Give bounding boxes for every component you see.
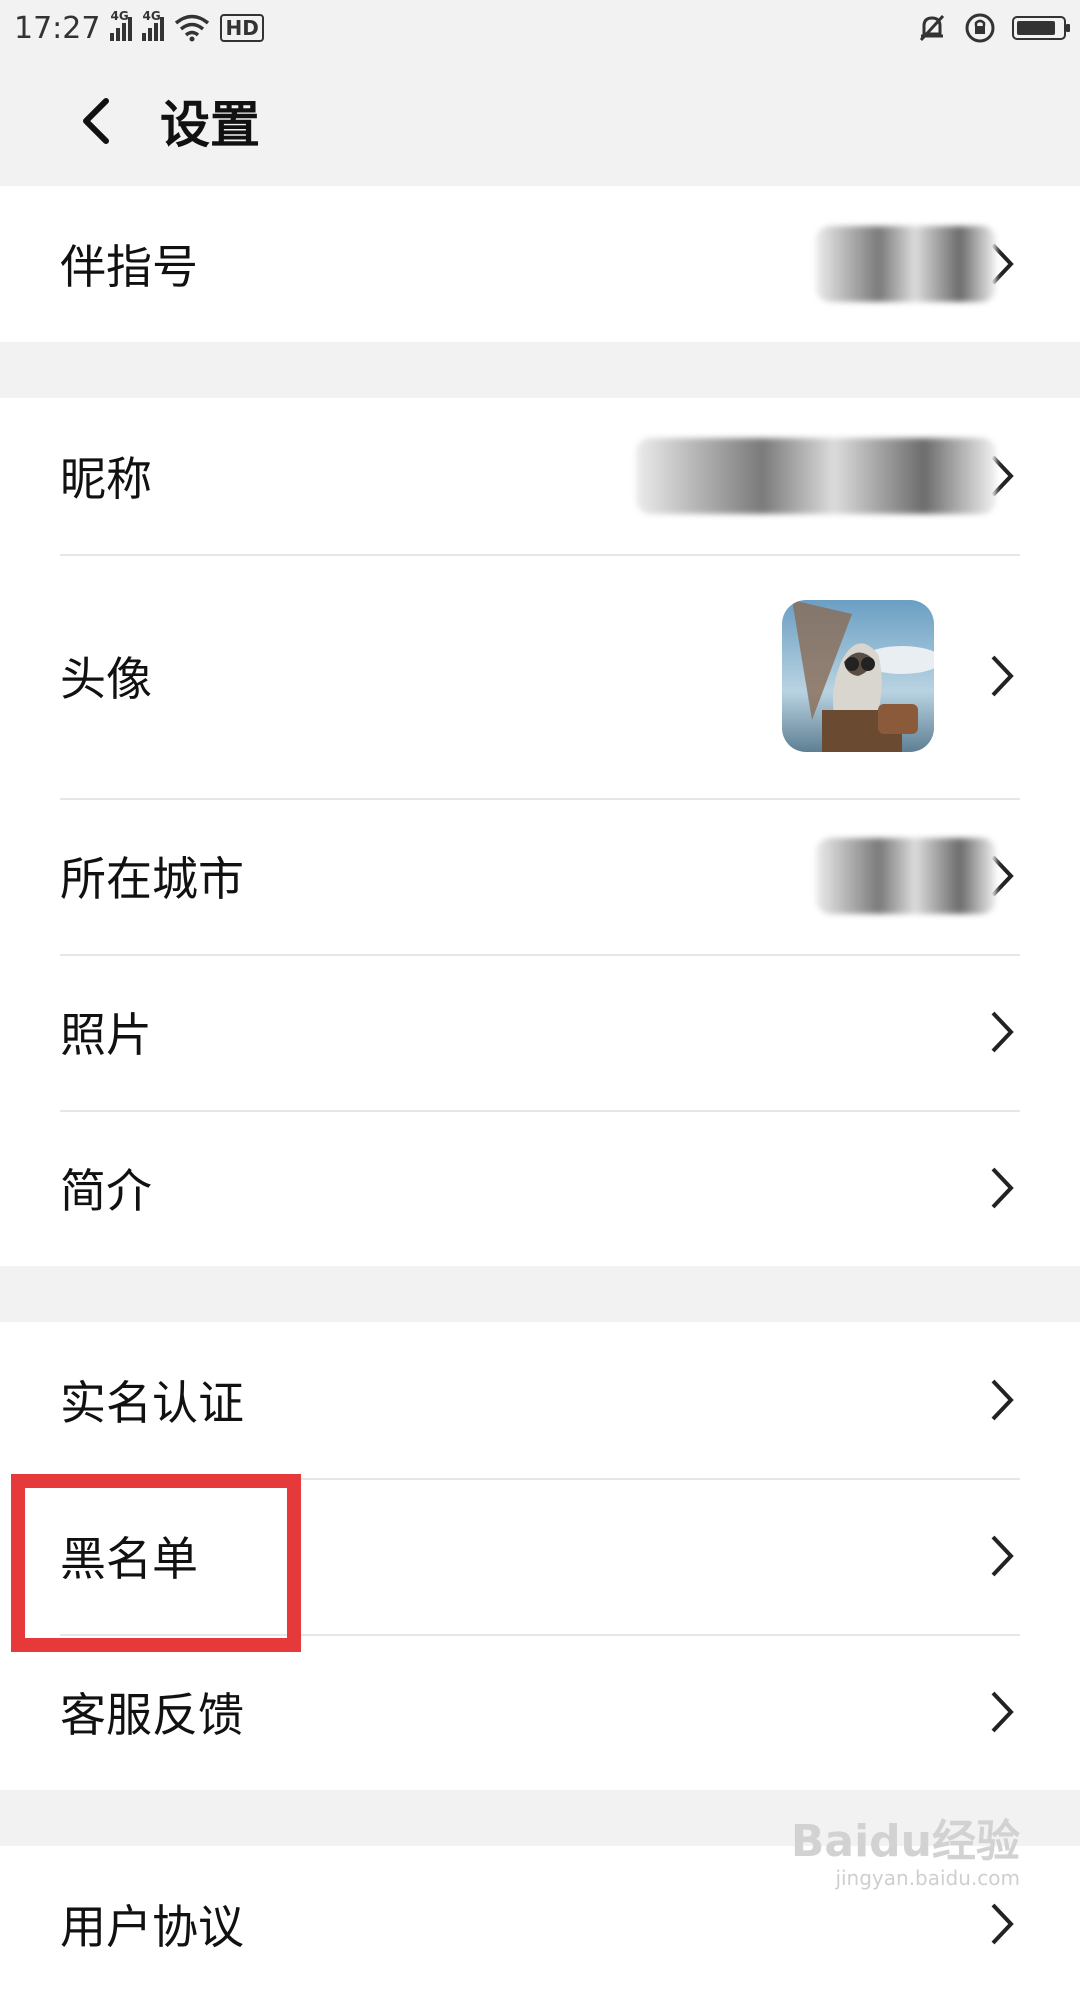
back-arrow-icon	[83, 98, 109, 144]
row-value	[984, 1372, 1020, 1428]
rotation-lock-icon	[965, 13, 995, 43]
status-right	[916, 12, 1070, 44]
status-time: 17:27	[14, 10, 101, 46]
settings-group-profile: 昵称 头像 所在城市 照片 简介	[0, 398, 1080, 1266]
battery-icon	[1012, 16, 1070, 40]
row-label: 伴指号	[60, 240, 198, 294]
chevron-right-icon	[984, 1372, 1020, 1428]
row-blacklist[interactable]: 黑名单	[0, 1478, 1080, 1634]
settings-group-account-safety: 实名认证 黑名单 客服反馈	[0, 1322, 1080, 1790]
row-label: 客服反馈	[60, 1688, 244, 1742]
settings-group-account: 伴指号	[0, 186, 1080, 342]
redacted-value	[816, 226, 996, 302]
row-avatar[interactable]: 头像	[0, 554, 1080, 798]
redacted-value	[816, 838, 996, 914]
redacted-value	[636, 438, 996, 514]
chevron-right-icon	[984, 1160, 1020, 1216]
row-account-id[interactable]: 伴指号	[0, 186, 1080, 342]
row-value	[816, 226, 1020, 302]
mute-bell-icon	[919, 14, 945, 42]
row-label: 头像	[60, 652, 152, 706]
watermark-url: jingyan.baidu.com	[835, 1866, 1020, 1890]
hd-voice-icon: HD	[220, 14, 264, 42]
back-button[interactable]	[40, 56, 150, 186]
row-value	[984, 1528, 1020, 1584]
wifi-icon	[175, 14, 210, 42]
row-label: 黑名单	[60, 1532, 198, 1586]
row-label: 实名认证	[60, 1376, 244, 1430]
row-city[interactable]: 所在城市	[0, 798, 1080, 954]
row-label: 所在城市	[60, 852, 244, 906]
header-bar: 设置	[0, 56, 1080, 186]
row-value	[782, 600, 1020, 752]
chevron-right-icon	[984, 1896, 1020, 1952]
page-title: 设置	[160, 96, 260, 154]
row-value	[984, 1160, 1020, 1216]
network-type-label: 4G	[110, 9, 129, 23]
row-real-name-verification[interactable]: 实名认证	[0, 1322, 1080, 1478]
row-value	[984, 1004, 1020, 1060]
row-label: 简介	[60, 1164, 152, 1218]
row-value	[984, 1896, 1020, 1952]
chevron-right-icon	[984, 1004, 1020, 1060]
row-label: 用户协议	[60, 1900, 244, 1954]
cellular-signal-icon-2: 4G	[142, 9, 165, 41]
status-bar: 17:27 4G 4G HD	[0, 0, 1080, 56]
chevron-right-icon	[984, 1528, 1020, 1584]
row-label: 昵称	[60, 452, 152, 506]
watermark-brand: Baidu经验	[790, 1816, 1020, 1867]
row-value	[984, 1684, 1020, 1740]
row-value	[816, 838, 1020, 914]
cellular-signal-icon: 4G	[110, 9, 133, 41]
watermark-logo: Baidu经验 jingyan.baidu.com	[791, 1820, 1020, 1890]
status-left: 17:27 4G 4G HD	[14, 9, 264, 46]
row-bio[interactable]: 简介	[0, 1110, 1080, 1266]
row-photos[interactable]: 照片	[0, 954, 1080, 1110]
row-label: 照片	[60, 1008, 152, 1062]
network-type-label-2: 4G	[142, 9, 161, 23]
row-nickname[interactable]: 昵称	[0, 398, 1080, 554]
row-value	[636, 438, 1020, 514]
chevron-right-icon	[984, 1684, 1020, 1740]
row-customer-feedback[interactable]: 客服反馈	[0, 1634, 1080, 1790]
chevron-right-icon	[984, 648, 1020, 704]
avatar	[782, 600, 934, 752]
